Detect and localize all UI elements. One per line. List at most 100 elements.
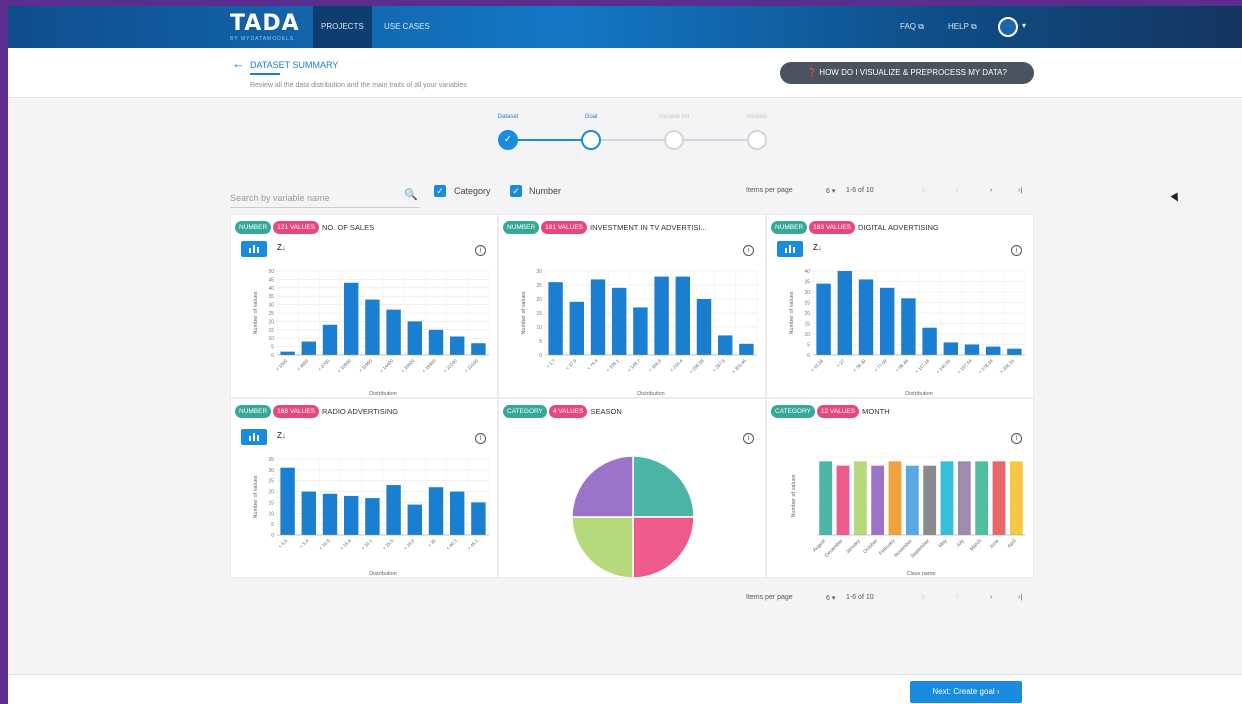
x-tick-label: < 140.55 [935,358,952,375]
bar [901,298,916,355]
x-tick-label: March [969,538,983,552]
search-icon[interactable]: 🔍 [404,188,418,201]
page-range: 1-6 of 10 [846,187,874,194]
x-tick-label: < 25.5 [382,538,395,551]
number-checkbox[interactable]: ✓ [510,185,522,197]
bar-chart-icon [785,245,795,253]
last-page-icon[interactable]: ›| [1018,187,1022,194]
x-axis-label: Distribution [369,391,397,397]
per-page-select[interactable]: 6 ▾ [826,594,835,602]
y-tick-label: 5 [807,343,810,349]
x-tick-label: < 22100 [443,358,459,374]
bar-chart-toggle-button[interactable] [241,429,267,445]
type-badge: NUMBER [503,221,540,235]
y-tick-label: 40 [804,269,810,275]
last-page-icon[interactable]: ›| [1018,594,1022,601]
y-tick-label: 50 [268,269,274,275]
next-create-goal-button[interactable]: Next: Create goal › [910,681,1022,703]
bar [940,461,954,535]
step-goal-circle[interactable] [581,130,601,150]
y-tick-label: 15 [804,322,810,328]
bar-chart-icon [249,433,259,441]
page-subtitle: Review all the data distribution and the… [250,82,467,89]
bar-chart-toggle-button[interactable] [241,241,267,257]
variable-title: DIGITAL ADVERTISING [858,223,939,233]
prev-page-icon[interactable]: ‹ [956,187,958,194]
y-tick-label: 25 [268,311,274,317]
x-tick-label: December [824,538,845,559]
info-icon[interactable]: i [743,433,754,444]
step-validate-circle[interactable] [747,130,767,150]
x-axis-label: Distribution [369,571,397,577]
x-tick-label: < 255.08 [688,358,705,375]
sort-az-icon[interactable]: Z↓ [813,243,822,252]
next-page-icon[interactable]: › [990,594,992,601]
bar [365,299,380,355]
step-variable-list-circle[interactable] [664,130,684,150]
x-tick-label: < 216.4 [669,358,684,373]
back-arrow-icon[interactable]: ← [232,56,245,71]
faq-link[interactable]: FAQ ⧉ [892,6,932,48]
x-tick-label: < 4800 [296,358,310,372]
bar [739,343,754,355]
pie-slice [571,455,634,518]
x-axis-label: Class name [906,571,935,577]
x-tick-label: < 20.1 [360,538,373,551]
step-label-validate: Validate [746,114,768,120]
y-tick-label: 45 [268,277,274,283]
next-page-icon[interactable]: › [990,187,992,194]
x-tick-label: > 22100 [464,358,480,374]
prev-page-icon[interactable]: ‹ [956,594,958,601]
page-header: ← DATASET SUMMARY Review all the data di… [8,48,1242,98]
histogram-chart: 0 5 10 15 20 25 30 35 40 < 15.08 < 27 < 38.39 < 77.0… [789,269,1026,397]
help-visualize-label: HOW DO I VISUALIZE & PREPROCESS MY DATA? [819,68,1007,77]
search-input[interactable] [230,188,420,208]
x-tick-label: < 186.9 [648,358,663,373]
bar [471,343,486,355]
info-icon[interactable]: i [743,245,754,256]
chevron-down-icon[interactable]: ▾ [1022,21,1026,30]
variable-card: CATEGORY 12 VALUES MONTH i August December J… [766,398,1034,578]
help-visualize-button[interactable]: ❓ HOW DO I VISUALIZE & PREPROCESS MY DAT… [780,62,1034,84]
value-count-badge: 183 VALUES [809,221,855,235]
y-tick-label: 20 [536,297,542,303]
bar [343,282,359,355]
x-axis-label: Distribution [905,391,933,397]
info-icon[interactable]: i [1011,245,1022,256]
info-icon[interactable]: i [1011,433,1022,444]
step-dataset-check-icon[interactable]: ✓ [498,130,518,150]
info-icon[interactable]: i [475,433,486,444]
first-page-icon[interactable]: |‹ [922,594,926,601]
type-badge: NUMBER [235,221,272,235]
y-tick-label: 40 [268,286,274,292]
items-per-page-label: Items per page [746,594,793,601]
x-tick-label: > 45.1 [466,538,479,551]
bar [871,465,885,535]
value-count-badge: 12 VALUES [816,405,860,419]
tab-use-cases[interactable]: USE CASES [376,6,438,48]
first-page-icon[interactable]: |‹ [922,187,926,194]
bar [923,465,937,535]
info-icon[interactable]: i [475,245,486,256]
sort-az-icon[interactable]: Z↓ [277,243,286,252]
user-avatar-icon[interactable] [998,17,1018,37]
per-page-select[interactable]: 6 ▾ [826,187,835,195]
y-tick-label: 20 [804,311,810,317]
bar [449,491,465,535]
sort-az-icon[interactable]: Z↓ [277,431,286,440]
tada-logo[interactable]: TADA [230,11,300,36]
tab-projects[interactable]: PROJECTS [313,6,372,48]
x-tick-label: < 88.48 [895,358,910,373]
x-tick-label: < 8700 [317,358,331,372]
top-navbar: TADA BY MYDATAMODELS PROJECTS USE CASES … [8,6,1242,48]
category-filter-label: Category [454,186,491,196]
help-link[interactable]: HELP ⧉ [940,6,985,48]
histogram-chart: 0 5 10 15 20 25 30 < 1.7 < 37.9 < 74.4 < 109.1 < 14… [521,269,758,397]
value-count-badge: 168 VALUES [273,405,319,419]
y-tick-label: 0 [539,353,542,359]
pie-slice [632,516,695,577]
category-checkbox[interactable]: ✓ [434,185,446,197]
x-axis-label: Distribution [637,391,665,397]
bar-chart-toggle-button[interactable] [777,241,803,257]
bar [819,461,833,535]
